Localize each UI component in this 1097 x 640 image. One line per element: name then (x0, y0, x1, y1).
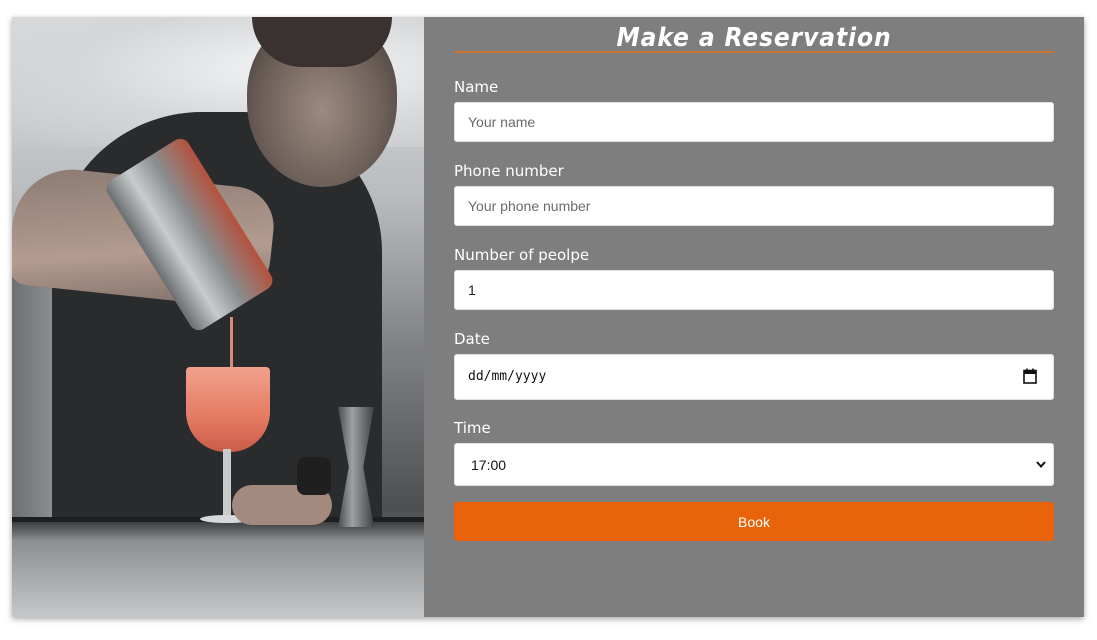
phone-input[interactable] (454, 186, 1054, 226)
people-label: Number of peolpe (454, 246, 590, 264)
form-title: Make a Reservation (616, 23, 892, 53)
book-button[interactable]: Book (454, 502, 1054, 541)
calendar-icon[interactable] (1023, 368, 1037, 384)
time-select[interactable]: 17:00 (454, 443, 1054, 486)
people-input[interactable] (454, 270, 1054, 310)
date-label: Date (454, 330, 490, 348)
bartender-photo (12, 17, 424, 617)
name-label: Name (454, 78, 499, 96)
time-selected-value: 17:00 (471, 457, 507, 473)
phone-label: Phone number (454, 162, 564, 180)
title-divider (454, 51, 1054, 53)
date-value: dd/mm/yyyy (468, 369, 547, 384)
time-label: Time (454, 419, 491, 437)
name-input[interactable] (454, 102, 1054, 142)
reservation-card: Make a Reservation Name Phone number Num… (12, 17, 1084, 617)
date-input[interactable]: dd/mm/yyyy (454, 354, 1054, 400)
chevron-down-icon (1036, 461, 1046, 469)
reservation-form: Make a Reservation Name Phone number Num… (424, 17, 1084, 617)
